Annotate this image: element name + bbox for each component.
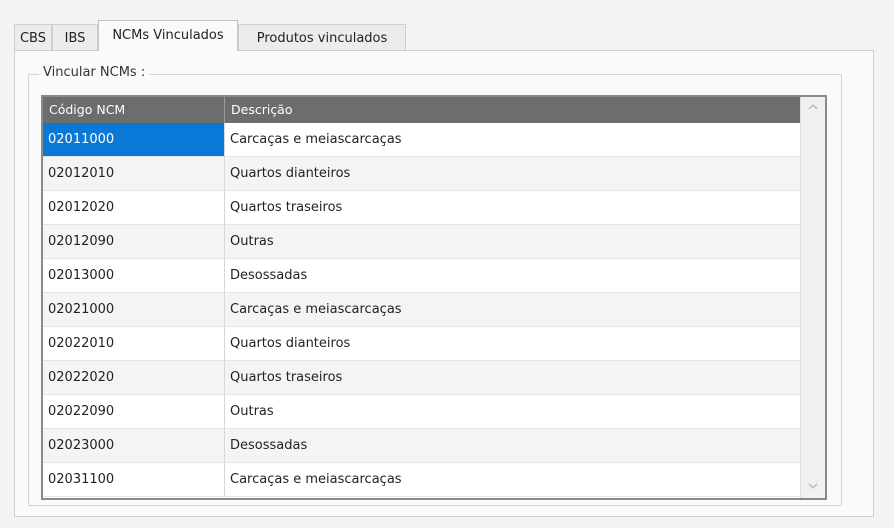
cell-descricao[interactable]: Carcaças e meiascarcaças xyxy=(225,463,801,496)
cell-codigo-ncm[interactable]: 02022010 xyxy=(43,327,225,360)
tab-panel: Vincular NCMs : Código NCM Descrição 020… xyxy=(14,50,874,517)
table-row[interactable]: 02012020 Quartos traseiros xyxy=(43,191,801,225)
cell-descricao[interactable]: Carcaças e meiascarcaças xyxy=(225,123,801,156)
vincular-ncms-group: Vincular NCMs : Código NCM Descrição 020… xyxy=(28,65,842,506)
cell-codigo-ncm[interactable]: 02012090 xyxy=(43,225,225,258)
cell-descricao[interactable]: Outras xyxy=(225,225,801,258)
table-row[interactable]: 02021000 Carcaças e meiascarcaças xyxy=(43,293,801,327)
cell-descricao[interactable]: Quartos traseiros xyxy=(225,361,801,394)
cell-descricao[interactable]: Desossadas xyxy=(225,259,801,292)
cell-codigo-ncm[interactable]: 02011000 xyxy=(43,123,225,156)
column-header-codigo-ncm[interactable]: Código NCM xyxy=(43,97,225,123)
table-row[interactable]: 02022010 Quartos dianteiros xyxy=(43,327,801,361)
table-row[interactable]: 02031100 Carcaças e meiascarcaças xyxy=(43,463,801,497)
cell-descricao[interactable]: Carcaças e meiascarcaças xyxy=(225,293,801,326)
table-row[interactable]: 02022020 Quartos traseiros xyxy=(43,361,801,395)
cell-descricao[interactable]: Outras xyxy=(225,395,801,428)
cell-descricao[interactable]: Desossadas xyxy=(225,429,801,462)
grid-header: Código NCM Descrição xyxy=(43,97,801,123)
tab-produtos-vinculados[interactable]: Produtos vinculados xyxy=(238,24,406,50)
table-row[interactable]: 02023000 Desossadas xyxy=(43,429,801,463)
table-row[interactable]: 02012010 Quartos dianteiros xyxy=(43,157,801,191)
table-row[interactable]: 02022090 Outras xyxy=(43,395,801,429)
cell-descricao[interactable]: Quartos traseiros xyxy=(225,191,801,224)
ncm-grid[interactable]: Código NCM Descrição 02011000 Carcaças e … xyxy=(41,95,827,500)
cell-codigo-ncm[interactable]: 02023000 xyxy=(43,429,225,462)
cell-codigo-ncm[interactable]: 02012010 xyxy=(43,157,225,190)
column-header-descricao[interactable]: Descrição xyxy=(225,97,801,123)
cell-codigo-ncm[interactable]: 02022090 xyxy=(43,395,225,428)
cell-descricao[interactable]: Quartos dianteiros xyxy=(225,157,801,190)
cell-descricao[interactable]: Quartos dianteiros xyxy=(225,327,801,360)
group-legend: Vincular NCMs : xyxy=(39,65,150,80)
tab-ibs[interactable]: IBS xyxy=(52,24,98,50)
table-row[interactable]: 02011000 Carcaças e meiascarcaças xyxy=(43,123,801,157)
table-row[interactable]: 02012090 Outras xyxy=(43,225,801,259)
cell-codigo-ncm[interactable]: 02012020 xyxy=(43,191,225,224)
vertical-scrollbar[interactable] xyxy=(800,97,825,498)
chevron-down-icon[interactable] xyxy=(801,476,825,498)
cell-codigo-ncm[interactable]: 02021000 xyxy=(43,293,225,326)
grid-rows: 02011000 Carcaças e meiascarcaças 02012010… xyxy=(43,123,801,497)
cell-codigo-ncm[interactable]: 02013000 xyxy=(43,259,225,292)
tab-ncms-vinculados[interactable]: NCMs Vinculados xyxy=(98,20,238,51)
cell-codigo-ncm[interactable]: 02022020 xyxy=(43,361,225,394)
chevron-up-icon[interactable] xyxy=(801,97,825,119)
tab-cbs[interactable]: CBS xyxy=(14,24,52,50)
table-row[interactable]: 02013000 Desossadas xyxy=(43,259,801,293)
cell-codigo-ncm[interactable]: 02031100 xyxy=(43,463,225,496)
